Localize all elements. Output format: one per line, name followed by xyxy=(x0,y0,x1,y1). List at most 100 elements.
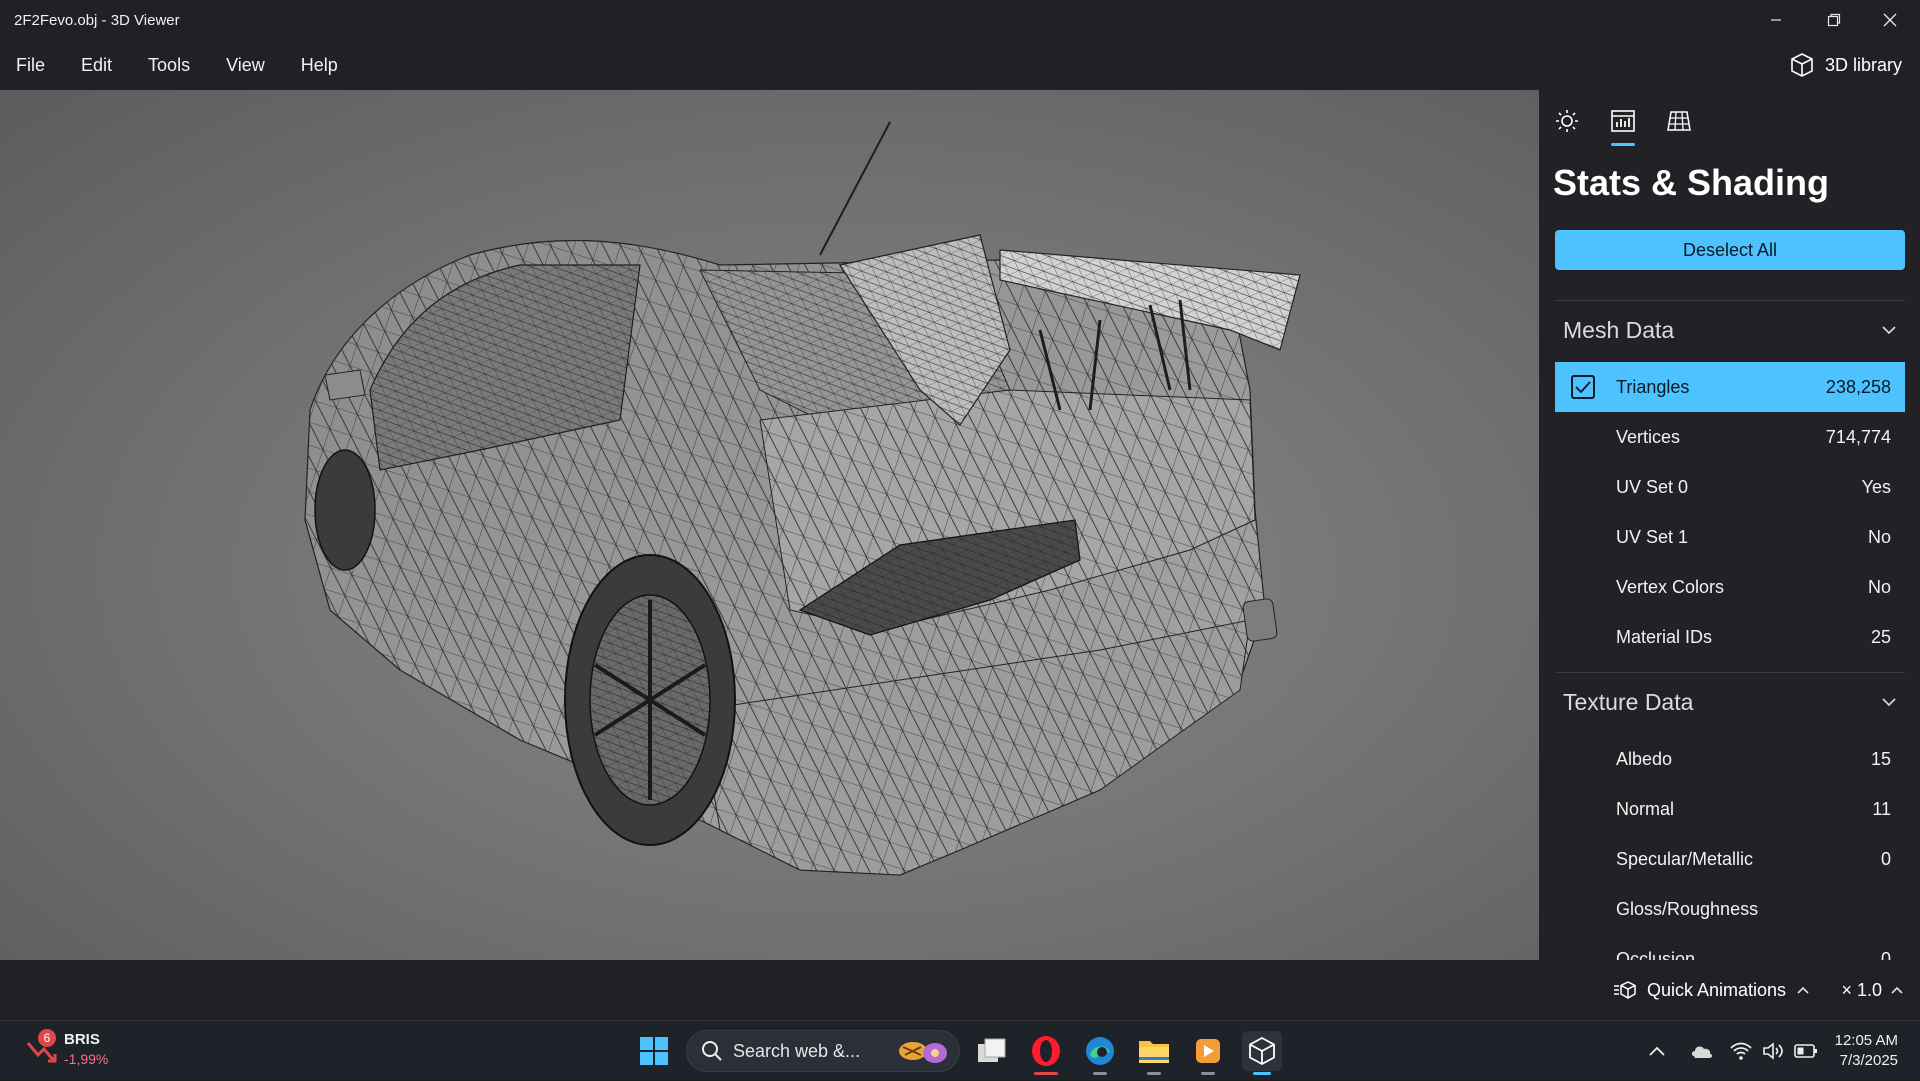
stock-widget[interactable]: 6 BRIS -1,99% xyxy=(24,1029,144,1073)
chevron-down-icon xyxy=(1882,698,1896,707)
texture-row-occlusion[interactable]: Occlusion 0 xyxy=(1555,934,1905,961)
close-icon xyxy=(1883,13,1897,27)
texture-data-label: Texture Data xyxy=(1563,688,1694,715)
car-wireframe-model xyxy=(304,121,1301,876)
opera-browser-icon xyxy=(1032,1036,1060,1066)
tab-stats[interactable] xyxy=(1609,104,1637,146)
task-view-icon xyxy=(978,1038,1006,1062)
chevron-down-icon xyxy=(1882,326,1896,335)
taskbar-opera[interactable] xyxy=(1026,1031,1066,1075)
row-value: 15 xyxy=(1870,748,1891,769)
search-placeholder: Search web &... xyxy=(733,1040,861,1061)
start-button[interactable] xyxy=(634,1031,674,1071)
row-value: 0 xyxy=(1880,848,1891,869)
restore-icon xyxy=(1827,13,1841,27)
taskbar: 6 BRIS -1,99% Search web &... 12:05 AM 7… xyxy=(0,1020,1920,1080)
quick-animations-button[interactable]: Quick Animations xyxy=(1613,960,1810,1020)
minimize-button[interactable] xyxy=(1748,0,1804,40)
3d-viewport[interactable] xyxy=(0,90,1539,960)
search-icon xyxy=(702,1041,722,1061)
deselect-all-button[interactable]: Deselect All xyxy=(1555,230,1905,270)
menu-bar: File Edit Tools View Help xyxy=(0,40,1920,90)
close-button[interactable] xyxy=(1862,0,1918,40)
taskbar-task-view[interactable] xyxy=(972,1031,1012,1071)
menu-edit[interactable]: Edit xyxy=(63,40,130,90)
animation-cube-icon xyxy=(1613,981,1636,999)
mesh-row-vertices[interactable]: Vertices 714,774 xyxy=(1555,412,1905,462)
window-title: 2F2Fevo.obj - 3D Viewer xyxy=(14,11,180,29)
cube-icon xyxy=(1791,53,1813,77)
stock-change: -1,99% xyxy=(64,1051,109,1067)
texture-row-gloss-roughness[interactable]: Gloss/Roughness xyxy=(1555,884,1905,934)
windows-logo-icon xyxy=(640,1037,668,1065)
row-value: Yes xyxy=(1861,476,1891,497)
grid-icon xyxy=(1667,111,1691,131)
panel-title: Stats & Shading xyxy=(1553,162,1830,203)
chevron-up-icon[interactable] xyxy=(1648,1045,1666,1057)
row-label: Specular/Metallic xyxy=(1616,848,1754,869)
menu-help[interactable]: Help xyxy=(283,40,356,90)
restore-button[interactable] xyxy=(1806,0,1862,40)
taskbar-media-player[interactable] xyxy=(1188,1031,1228,1075)
taskbar-3d-viewer[interactable] xyxy=(1242,1031,1282,1075)
system-tray xyxy=(1648,1021,1818,1081)
row-value: 25 xyxy=(1870,626,1891,647)
taskbar-search[interactable]: Search web &... xyxy=(686,1030,960,1072)
texture-row-specular-metallic[interactable]: Specular/Metallic 0 xyxy=(1555,834,1905,884)
menu-file[interactable]: File xyxy=(0,40,63,90)
checkbox-checked-icon[interactable] xyxy=(1571,375,1595,399)
clock-time: 12:05 AM xyxy=(1834,1032,1898,1049)
row-value: 714,774 xyxy=(1825,426,1891,447)
running-indicator xyxy=(1034,1072,1058,1075)
bottom-bar: Quick Animations × 1.0 xyxy=(0,960,1920,1020)
taskbar-clock[interactable]: 12:05 AM 7/3/2025 xyxy=(1835,1031,1898,1071)
edge-browser-icon xyxy=(1086,1037,1114,1065)
running-indicator xyxy=(1093,1072,1107,1075)
texture-row-normal[interactable]: Normal 11 xyxy=(1555,784,1905,834)
taskbar-file-explorer[interactable] xyxy=(1134,1031,1174,1075)
row-label: Vertex Colors xyxy=(1616,576,1725,597)
row-value: No xyxy=(1867,576,1891,597)
row-label: Gloss/Roughness xyxy=(1616,898,1759,919)
row-value: No xyxy=(1867,526,1891,547)
mesh-data-header[interactable]: Mesh Data xyxy=(1555,302,1905,358)
mesh-row-uv-set-1[interactable]: UV Set 1 No xyxy=(1555,512,1905,562)
speed-multiplier-button[interactable]: × 1.0 xyxy=(1841,960,1904,1020)
speed-multiplier-label: × 1.0 xyxy=(1841,979,1882,1000)
onedrive-icon[interactable] xyxy=(1690,1040,1714,1062)
divider xyxy=(1555,672,1905,673)
taskbar-edge[interactable] xyxy=(1080,1031,1120,1075)
row-label: Material IDs xyxy=(1616,626,1713,647)
battery-icon[interactable] xyxy=(1794,1043,1818,1059)
title-bar: 2F2Fevo.obj - 3D Viewer xyxy=(0,0,1920,40)
3d-library-button[interactable]: 3D library xyxy=(1789,40,1902,90)
folder-icon xyxy=(1139,1041,1169,1063)
stock-name: BRIS xyxy=(64,1031,100,1048)
minimize-icon xyxy=(1771,19,1781,21)
active-indicator xyxy=(1253,1072,1271,1075)
notification-badge: 6 xyxy=(38,1029,56,1047)
mesh-row-triangles[interactable]: Triangles 238,258 xyxy=(1555,362,1905,412)
sun-icon xyxy=(1556,110,1578,132)
stats-shading-panel: Stats & Shading Deselect All Mesh Data T… xyxy=(1539,90,1920,960)
volume-icon[interactable] xyxy=(1762,1041,1784,1061)
menu-view[interactable]: View xyxy=(208,40,283,90)
menu-tools[interactable]: Tools xyxy=(130,40,208,90)
divider xyxy=(1555,300,1905,301)
clock-date: 7/3/2025 xyxy=(1839,1052,1898,1069)
chevron-up-icon xyxy=(1797,986,1809,994)
texture-row-albedo[interactable]: Albedo 15 xyxy=(1555,734,1905,784)
wifi-icon[interactable] xyxy=(1730,1041,1752,1061)
row-label: Occlusion xyxy=(1616,948,1696,961)
texture-data-header[interactable]: Texture Data xyxy=(1555,674,1905,730)
mesh-row-material-ids[interactable]: Material IDs 25 xyxy=(1555,612,1905,662)
search-highlight-icon xyxy=(899,1042,947,1063)
mesh-row-uv-set-0[interactable]: UV Set 0 Yes xyxy=(1555,462,1905,512)
tab-lighting[interactable] xyxy=(1553,104,1581,138)
row-label: UV Set 0 xyxy=(1616,476,1689,497)
row-label: UV Set 1 xyxy=(1616,526,1689,547)
chevron-up-icon xyxy=(1891,986,1903,994)
row-label: Normal xyxy=(1616,798,1675,819)
tab-grid[interactable] xyxy=(1665,104,1693,138)
mesh-row-vertex-colors[interactable]: Vertex Colors No xyxy=(1555,562,1905,612)
